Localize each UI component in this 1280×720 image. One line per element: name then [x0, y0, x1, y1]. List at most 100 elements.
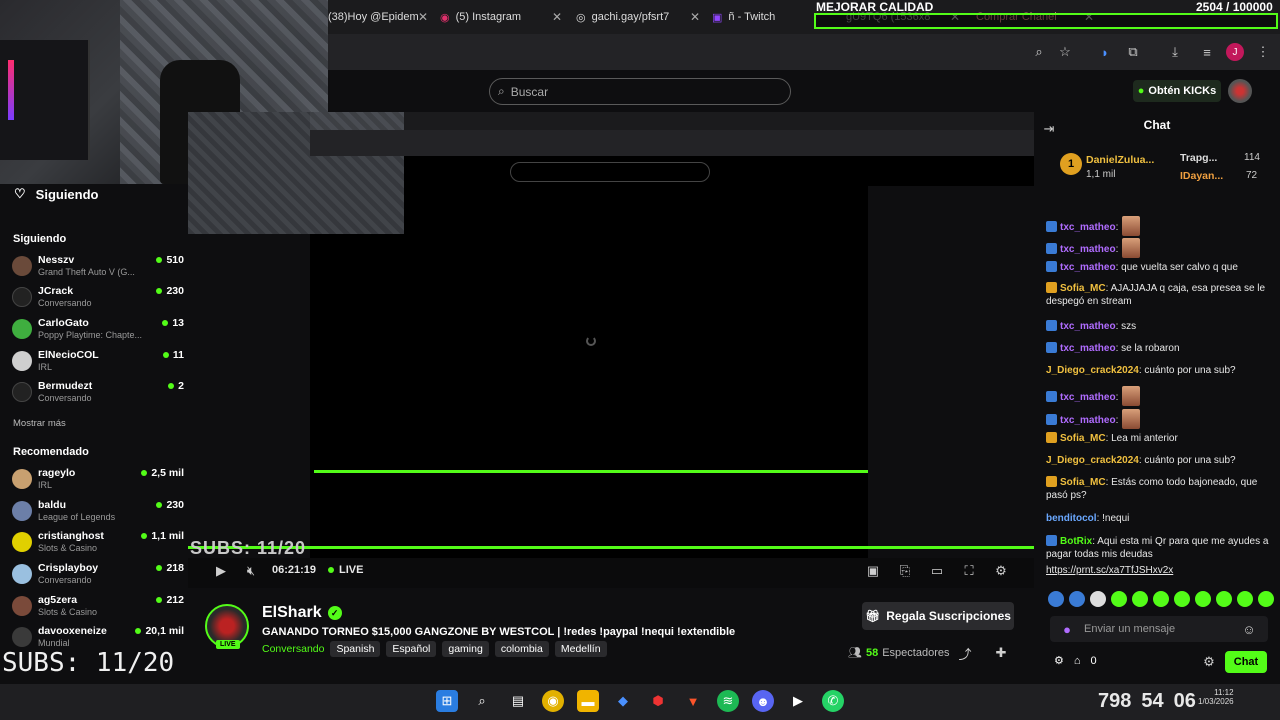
user-avatar[interactable]: [1228, 79, 1252, 103]
sidebar-following-header[interactable]: ♡ Siguiendo: [14, 186, 99, 202]
emote-icon[interactable]: [1195, 591, 1211, 607]
sidebar-channel[interactable]: Nesszv Grand Theft Auto V (G... 510: [12, 254, 184, 280]
chat-settings-icon[interactable]: ⚙: [1054, 654, 1064, 667]
emote-icon[interactable]: [1174, 591, 1190, 607]
emote-icon[interactable]: [1216, 591, 1232, 607]
emote-icon[interactable]: [1090, 591, 1106, 607]
whatsapp-icon[interactable]: ✆: [822, 690, 844, 712]
rank-badge-icon: 1: [1060, 153, 1082, 175]
theater-icon[interactable]: ▭: [928, 562, 946, 580]
emote-icon[interactable]: [1132, 591, 1148, 607]
mute-icon[interactable]: 🔇︎: [242, 562, 260, 580]
tag[interactable]: Spanish: [330, 641, 381, 657]
media-icon[interactable]: ▶: [787, 690, 809, 712]
zoom-icon[interactable]: ⌕: [1030, 43, 1048, 61]
extensions-icon[interactable]: ⧉: [1124, 43, 1142, 61]
users-icon: 👥︎: [848, 647, 862, 659]
category-link[interactable]: Conversando: [262, 643, 324, 655]
close-icon[interactable]: ✕: [418, 10, 428, 24]
cast-icon[interactable]: ◗: [1096, 43, 1114, 61]
settings-gear-icon[interactable]: ⚙: [992, 562, 1010, 580]
send-chat-button[interactable]: Chat: [1225, 651, 1267, 673]
pip-icon[interactable]: ▣: [864, 562, 882, 580]
live-dot-icon: [162, 352, 169, 358]
emote-icon[interactable]: [1048, 591, 1064, 607]
emote-icon[interactable]: [1153, 591, 1169, 607]
emote-icon[interactable]: [1069, 591, 1085, 607]
clip-icon[interactable]: ⎘: [896, 562, 914, 580]
gift-subs-button[interactable]: 🎁︎ Regala Suscripciones: [862, 602, 1014, 630]
show-more-link[interactable]: Mostrar más: [13, 418, 66, 429]
sidebar-channel[interactable]: rageylo IRL 2,5 mil: [12, 467, 184, 493]
chat-footer: ⚙ ⌂ 0: [1054, 654, 1097, 668]
gear-icon[interactable]: ⚙: [1200, 653, 1218, 671]
recommended-section-title: Recomendado: [13, 446, 89, 458]
overlay-title: MEJORAR CALIDAD: [816, 0, 934, 14]
tag[interactable]: gaming: [442, 641, 489, 657]
sidebar-channel[interactable]: ag5zera Slots & Casino 212: [12, 594, 184, 620]
search-icon[interactable]: ⌕: [471, 690, 493, 712]
chat-message-input[interactable]: Enviar un mensaje: [1050, 616, 1268, 642]
video-player[interactable]: [188, 112, 1034, 558]
emote-icon[interactable]: [1258, 591, 1274, 607]
gifter-name[interactable]: DanielZulua...: [1086, 154, 1154, 166]
spotify-icon[interactable]: ≋: [717, 690, 739, 712]
app-icon[interactable]: ◆: [612, 690, 634, 712]
sidebar-channel[interactable]: Bermudezt Conversando 2: [12, 380, 184, 406]
follow-user-icon[interactable]: ✚: [992, 644, 1010, 662]
folder-icon[interactable]: ▬: [577, 690, 599, 712]
sub-badge-icon: [1046, 414, 1057, 425]
brave-icon[interactable]: ▼: [682, 690, 704, 712]
system-tray-numbers: 798 54 06: [1098, 690, 1196, 712]
gifter-name[interactable]: Trapg...: [1180, 152, 1217, 164]
sidebar-channel[interactable]: Crisplayboy Conversando 218: [12, 562, 184, 588]
get-kicks-button[interactable]: ● Obtén KICKs: [1133, 80, 1221, 102]
mic-icon[interactable]: ●: [1058, 620, 1076, 638]
sidebar-channel[interactable]: JCrack Conversando 230: [12, 285, 184, 311]
gifter-name[interactable]: IDayan...: [1180, 170, 1223, 182]
share-icon[interactable]: ⤴: [956, 644, 974, 662]
kick-coin-icon: ●: [1137, 85, 1145, 97]
sidebar-channel[interactable]: cristianghost Slots & Casino 1,1 mil: [12, 530, 184, 556]
settings-sliders-icon[interactable]: ≡: [1198, 43, 1216, 61]
discord-icon[interactable]: ☻: [752, 690, 774, 712]
chat-message: txc_matheo:: [1046, 386, 1274, 406]
emote-icon: [1122, 409, 1141, 429]
start-icon[interactable]: ⊞: [436, 690, 458, 712]
emote-icon[interactable]: [1237, 591, 1253, 607]
video-progress-bar[interactable]: [188, 546, 1034, 549]
chat-message: txc_matheo: szs: [1046, 320, 1274, 333]
clock[interactable]: 11:12 1/03/2026: [1198, 688, 1234, 706]
search-input[interactable]: ⌕ Buscar: [489, 78, 791, 105]
bookmark-star-icon[interactable]: ☆: [1056, 43, 1074, 61]
close-icon[interactable]: ✕: [690, 10, 700, 24]
tag[interactable]: Medellín: [554, 641, 607, 657]
emote-icon[interactable]: [1111, 591, 1127, 607]
fullscreen-icon[interactable]: ⛶: [960, 562, 978, 580]
profile-icon[interactable]: J: [1226, 43, 1244, 61]
menu-kebab-icon[interactable]: ⋮: [1254, 43, 1272, 61]
goal-progress-bar: [814, 13, 1278, 29]
tab-instagram[interactable]: ◉ (5) Instagram ✕: [440, 6, 562, 28]
heart-icon: ♡: [14, 186, 26, 201]
close-icon[interactable]: ✕: [552, 10, 562, 24]
tag[interactable]: Español: [386, 641, 437, 657]
streamer-name[interactable]: ElShark ✓: [262, 604, 342, 622]
task-view-icon[interactable]: ▤: [507, 690, 529, 712]
chat-link[interactable]: https://prnt.sc/xa7TfJSHxv2x: [1046, 564, 1274, 577]
tag[interactable]: colombia: [494, 641, 549, 657]
nested-tab-bar: [310, 112, 1034, 130]
tab-twitch[interactable]: ▣ ñ - Twitch: [712, 6, 812, 28]
sidebar-channel[interactable]: baldu League of Legends 230: [12, 499, 184, 525]
play-icon[interactable]: ▶: [212, 562, 230, 580]
emoji-icon[interactable]: ☺: [1240, 620, 1258, 638]
chrome-icon[interactable]: ◉: [542, 690, 564, 712]
gifter-amount: 72: [1246, 170, 1258, 181]
avatar: [12, 627, 32, 647]
sidebar-channel[interactable]: CarloGato Poppy Playtime: Chapte... 13: [12, 317, 184, 343]
tab-gachi[interactable]: ◎ gachi.gay/pfsrt7 ✕: [576, 6, 700, 28]
download-icon[interactable]: ⤓: [1166, 43, 1184, 61]
app-icon[interactable]: ⬢: [647, 690, 669, 712]
sidebar-channel[interactable]: ElNecioCOL IRL 11: [12, 349, 184, 375]
tab-epidem[interactable]: (38)Hoy @Epidem ✕: [328, 6, 428, 28]
